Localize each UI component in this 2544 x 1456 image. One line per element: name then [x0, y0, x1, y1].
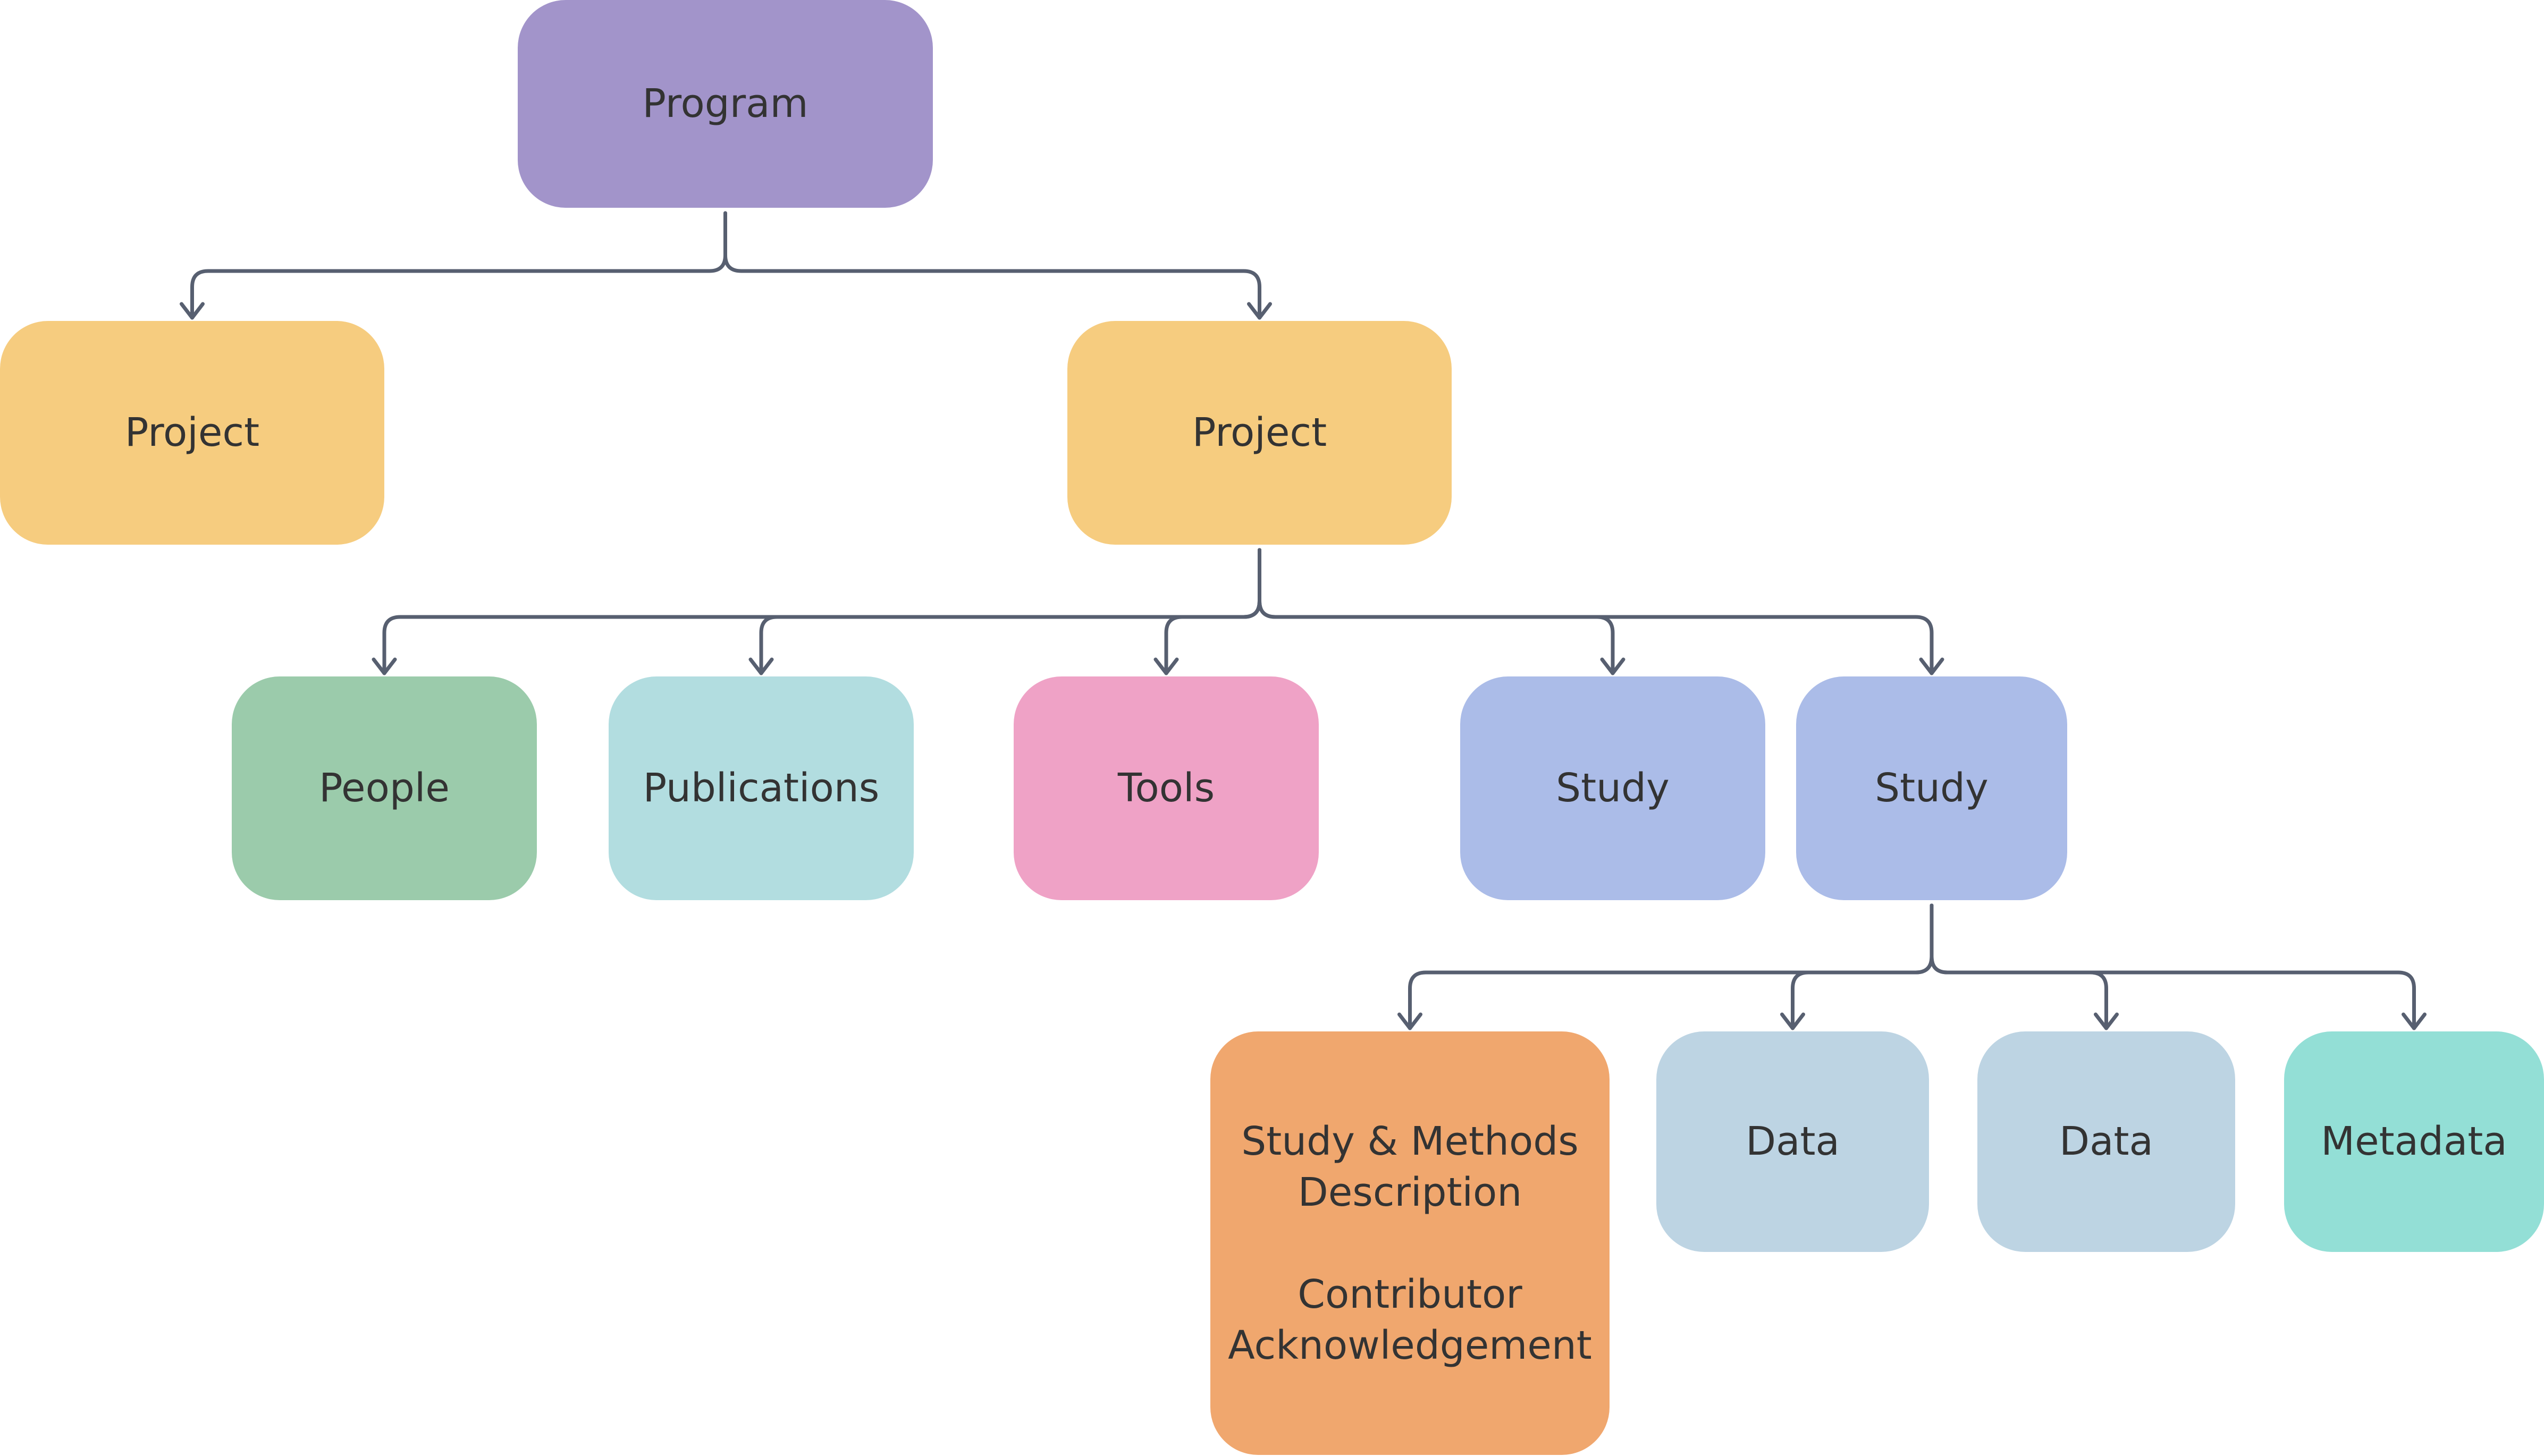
data-1-label: Data [1746, 1119, 1840, 1165]
connector-study_2-to-data_1 [1791, 903, 1934, 1030]
connector-project_right-to-publications [759, 548, 1261, 675]
program-node[interactable]: Program [518, 0, 933, 208]
project-left-label: Project [124, 410, 260, 456]
connector-study_2-to-data_2 [1930, 903, 2108, 1030]
connector-project_right-to-tools [1164, 548, 1261, 675]
publications-label: Publications [643, 765, 880, 811]
tools-node[interactable]: Tools [1014, 676, 1319, 900]
study-node-2[interactable]: Study [1796, 676, 2067, 900]
data-node-2[interactable]: Data [1977, 1031, 2235, 1252]
connector-program-to-project_left [190, 211, 727, 320]
connector-program-to-project_right [723, 211, 1261, 320]
methods-acknowledgement-node[interactable]: Study & Methods Description Contributor … [1210, 1031, 1610, 1455]
methods-label: Study & Methods Description Contributor … [1228, 1118, 1592, 1368]
study-node-1[interactable]: Study [1460, 676, 1765, 900]
project-right-label: Project [1192, 410, 1327, 456]
connector-study_2-to-methods [1408, 903, 1934, 1030]
program-label: Program [642, 81, 808, 127]
people-node[interactable]: People [232, 676, 537, 900]
data-2-label: Data [2059, 1119, 2153, 1165]
data-node-1[interactable]: Data [1656, 1031, 1929, 1252]
metadata-node[interactable]: Metadata [2284, 1031, 2544, 1252]
study-1-label: Study [1556, 765, 1670, 811]
people-label: People [319, 765, 450, 811]
project-node-left[interactable]: Project [0, 321, 384, 545]
publications-node[interactable]: Publications [609, 676, 914, 900]
connector-study_2-to-metadata [1930, 903, 2416, 1030]
tools-label: Tools [1117, 765, 1215, 811]
connector-project_right-to-study_2 [1258, 548, 1934, 675]
connector-project_right-to-people [382, 548, 1261, 675]
connector-project_right-to-study_1 [1258, 548, 1615, 675]
study-2-label: Study [1875, 765, 1989, 811]
project-node-right[interactable]: Project [1067, 321, 1452, 545]
metadata-label: Metadata [2321, 1119, 2507, 1165]
